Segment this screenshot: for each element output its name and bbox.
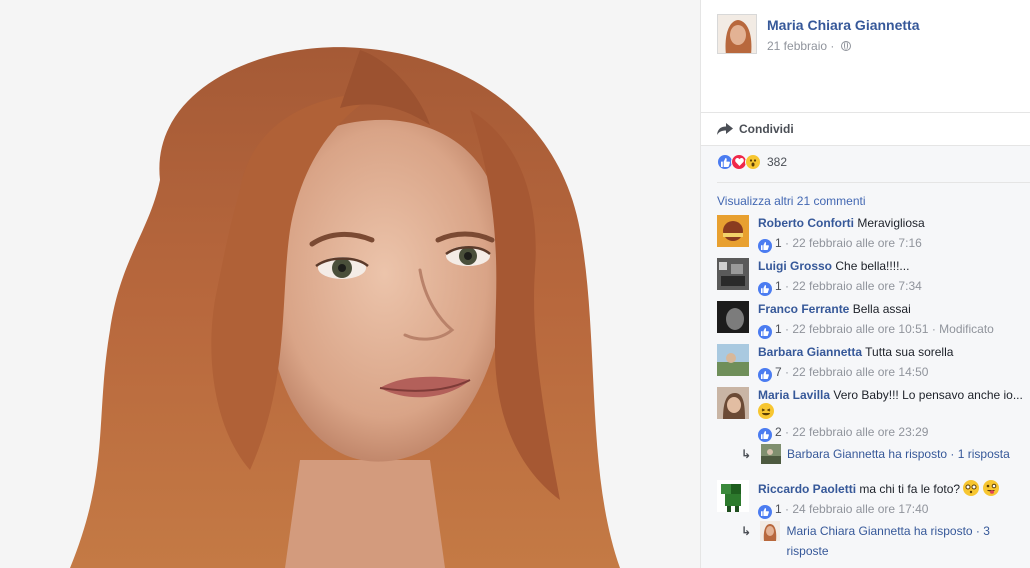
commenter-avatar[interactable]: [717, 215, 749, 247]
comment-time[interactable]: · 24 febbraio alle ore 17:40: [785, 502, 928, 516]
comment-like-icon[interactable]: [758, 325, 772, 339]
comment-author[interactable]: Riccardo Paoletti: [758, 482, 856, 496]
reply-arrow-icon: ↳: [741, 447, 752, 461]
author-avatar[interactable]: [717, 14, 757, 54]
comment-text: Meravigliosa: [857, 216, 925, 230]
comment-like-count[interactable]: 1: [775, 236, 782, 250]
commenter-avatar[interactable]: [717, 258, 749, 290]
comment-like-icon[interactable]: [758, 428, 772, 442]
comment-text: Tutta sua sorella: [865, 345, 954, 359]
share-button[interactable]: Condividi: [717, 120, 794, 138]
comment-time[interactable]: · 22 febbraio alle ore 10:51: [785, 322, 928, 336]
commenter-avatar[interactable]: [717, 387, 749, 419]
comment-like-count[interactable]: 2: [775, 425, 782, 439]
photo-viewer: Maria Chiara Giannetta 21 febbraio · Con…: [0, 0, 1030, 568]
laughing-emoji-icon: [758, 403, 774, 419]
globe-icon[interactable]: [840, 41, 851, 51]
comment-text: Che bella!!!!...: [835, 259, 910, 273]
social-section: 382 Visualizza altri 21 commenti Roberto…: [701, 146, 1030, 568]
author-avatar-image: [718, 15, 756, 53]
post-details-panel: Maria Chiara Giannetta 21 febbraio · Con…: [700, 0, 1030, 568]
comment-like-count[interactable]: 7: [775, 365, 782, 379]
view-more-comments-link[interactable]: Visualizza altri 21 commenti: [717, 194, 866, 208]
comment-like-count[interactable]: 1: [775, 279, 782, 293]
commenter-avatar[interactable]: [717, 301, 749, 333]
comment-text: Vero Baby!!! Lo pensavo anche io...: [833, 388, 1023, 402]
replies-link[interactable]: ↳ Barbara Giannetta ha risposto · 1 risp…: [741, 444, 1026, 464]
comment-text: Bella assai: [852, 302, 911, 316]
comment-edited-label[interactable]: · Modificato: [932, 322, 994, 336]
reply-text: Barbara Giannetta ha risposto · 1 rispos…: [787, 447, 1010, 461]
commenter-avatar[interactable]: [717, 480, 749, 512]
photo[interactable]: [0, 0, 700, 568]
comment-time[interactable]: · 22 febbraio alle ore 7:34: [785, 279, 922, 293]
comment-like-icon[interactable]: [758, 505, 772, 519]
comment-author[interactable]: Roberto Conforti: [758, 216, 854, 230]
comment-like-count[interactable]: 1: [775, 502, 782, 516]
comment-author[interactable]: Maria Lavilla: [758, 388, 830, 402]
reply-avatar: [761, 444, 781, 464]
portrait-image: [0, 0, 700, 568]
comment-author[interactable]: Franco Ferrante: [758, 302, 849, 316]
post-meta: 21 febbraio ·: [767, 39, 851, 53]
comment-time[interactable]: · 22 febbraio alle ore 14:50: [785, 365, 928, 379]
comment-time[interactable]: · 22 febbraio alle ore 7:16: [785, 236, 922, 250]
flushed-emoji-icon: [963, 480, 980, 496]
reply-text: Maria Chiara Giannetta ha risposto · 3 r…: [786, 524, 990, 558]
tongue-emoji-icon: [982, 480, 999, 496]
comment-like-icon[interactable]: [758, 368, 772, 382]
reply-arrow-icon: ↳: [741, 524, 752, 538]
comment-like-icon[interactable]: [758, 282, 772, 296]
comment-author[interactable]: Barbara Giannetta: [758, 345, 862, 359]
post-date[interactable]: 21 febbraio: [767, 39, 827, 53]
share-label: Condividi: [739, 122, 794, 136]
comment-like-icon[interactable]: [758, 239, 772, 253]
comment-like-count[interactable]: 1: [775, 322, 782, 336]
share-arrow-icon: [717, 123, 733, 135]
author-name[interactable]: Maria Chiara Giannetta: [767, 17, 920, 33]
wow-reaction-icon: [745, 154, 761, 170]
comment-text: ma chi ti fa le foto?: [859, 482, 961, 496]
reply-avatar: [760, 521, 781, 541]
comment-author[interactable]: Luigi Grosso: [758, 259, 832, 273]
comment-time[interactable]: · 22 febbraio alle ore 23:29: [785, 425, 928, 439]
reactions-count[interactable]: 382: [767, 155, 787, 169]
commenter-avatar[interactable]: [717, 344, 749, 376]
divider: [717, 182, 1030, 183]
date-separator: ·: [830, 39, 835, 53]
reactions-summary[interactable]: 382: [717, 154, 787, 170]
divider: [701, 112, 1030, 113]
replies-link[interactable]: ↳ Maria Chiara Giannetta ha risposto · 3…: [741, 521, 1026, 561]
